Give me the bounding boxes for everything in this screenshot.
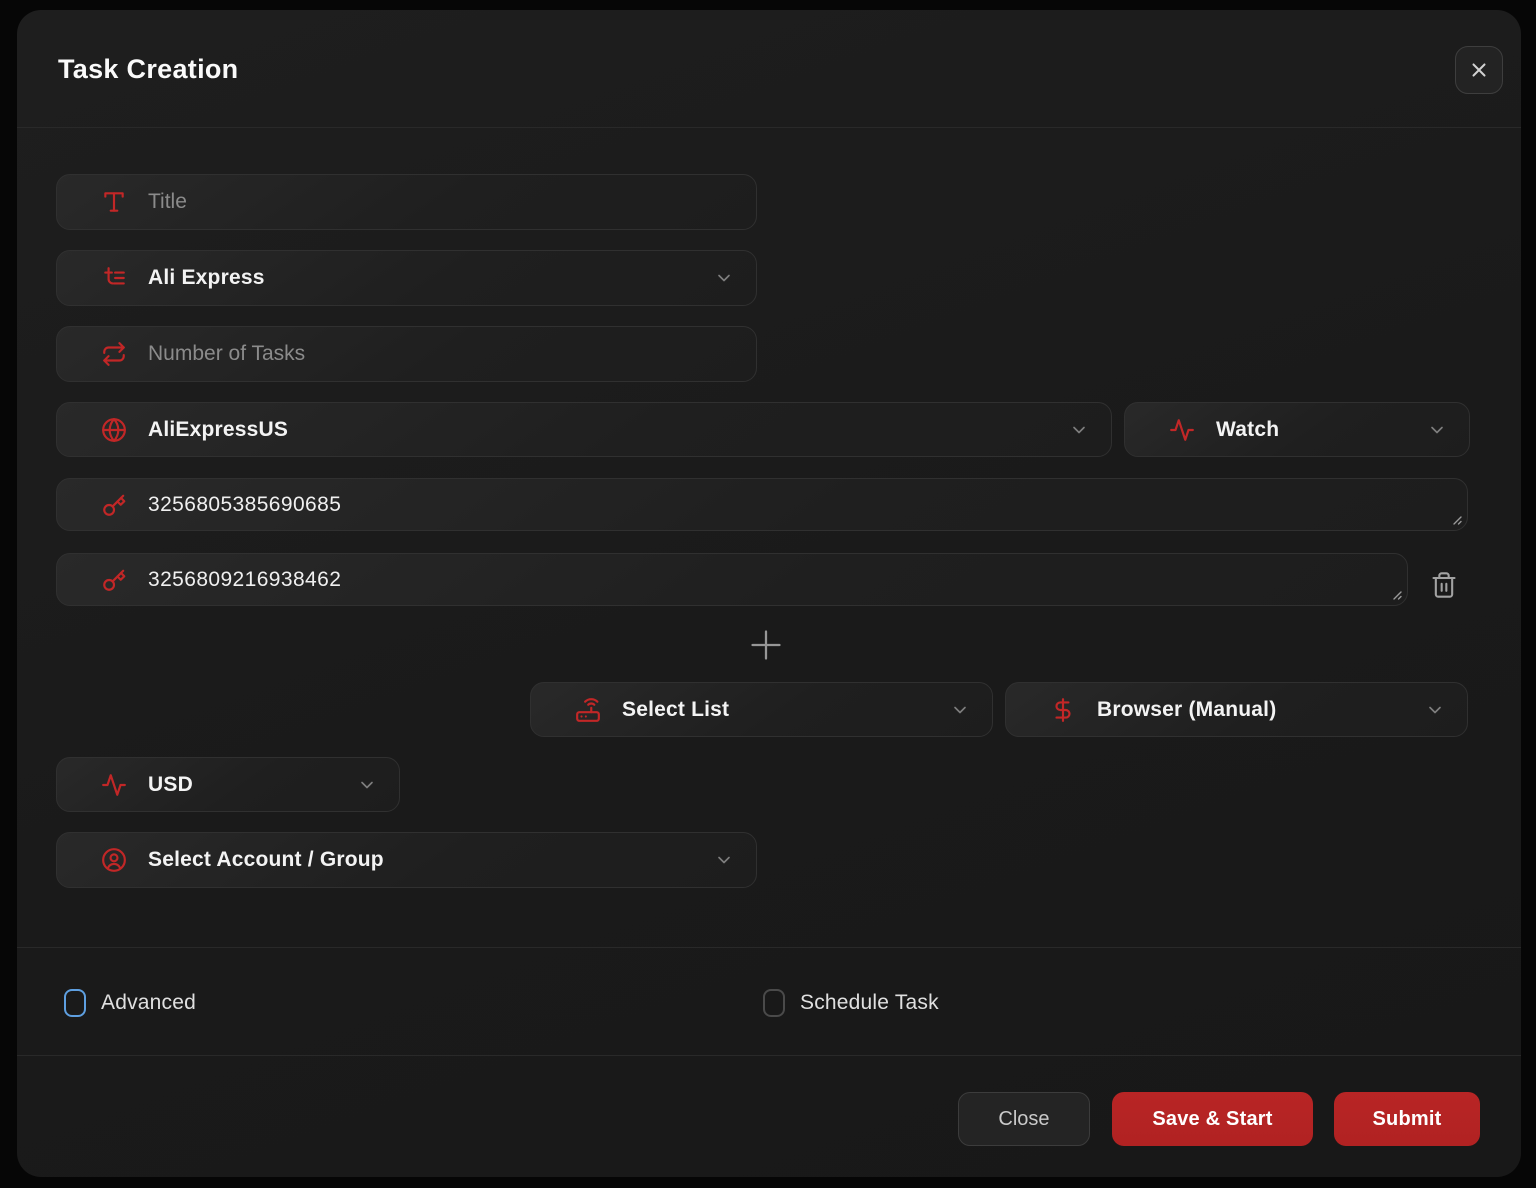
proxy-list-value: Select List <box>622 698 729 722</box>
save-and-start-button[interactable]: Save & Start <box>1112 1092 1313 1146</box>
number-of-tasks-input[interactable] <box>148 342 734 366</box>
globe-icon <box>101 417 127 443</box>
header-divider <box>17 127 1521 128</box>
browser-value: Browser (Manual) <box>1097 698 1276 722</box>
footer-divider <box>17 1055 1521 1056</box>
currency-value: USD <box>148 773 193 797</box>
title-input[interactable] <box>148 190 734 214</box>
schedule-task-checkbox[interactable] <box>763 989 785 1017</box>
type-icon <box>101 189 127 215</box>
product-id-input-1[interactable]: 3256805385690685 <box>148 479 1445 530</box>
activity-icon <box>101 772 127 798</box>
close-button[interactable]: Close <box>958 1092 1090 1146</box>
platform-value: Ali Express <box>148 266 265 290</box>
browser-select[interactable]: Browser (Manual) <box>1005 682 1468 737</box>
chevron-down-icon <box>714 850 734 870</box>
chevron-down-icon <box>1425 700 1445 720</box>
account-group-select[interactable]: Select Account / Group <box>56 832 757 888</box>
account-group-value: Select Account / Group <box>148 848 384 872</box>
options-divider-top <box>17 947 1521 948</box>
key-icon <box>101 567 127 593</box>
key-icon <box>101 492 127 518</box>
schedule-option: Schedule Task <box>763 989 939 1017</box>
chevron-down-icon <box>357 775 377 795</box>
mode-select[interactable]: Watch <box>1124 402 1470 457</box>
product-id-field-2[interactable]: 3256809216938462 <box>56 553 1408 606</box>
title-field[interactable] <box>56 174 757 230</box>
currency-select[interactable]: USD <box>56 757 400 812</box>
delete-row-button[interactable] <box>1427 567 1461 603</box>
plus-icon <box>748 627 784 663</box>
store-select[interactable]: AliExpressUS <box>56 402 1112 457</box>
chevron-down-icon <box>950 700 970 720</box>
schedule-task-label: Schedule Task <box>800 991 939 1015</box>
chevron-down-icon <box>1069 420 1089 440</box>
chevron-down-icon <box>714 268 734 288</box>
close-icon <box>1468 59 1490 81</box>
advanced-option: Advanced <box>64 989 196 1017</box>
proxy-list-select[interactable]: Select List <box>530 682 993 737</box>
dialog-close-button[interactable] <box>1455 46 1503 94</box>
trash-icon <box>1430 570 1458 600</box>
activity-icon <box>1169 417 1195 443</box>
chevron-down-icon <box>1427 420 1447 440</box>
advanced-label: Advanced <box>101 991 196 1015</box>
user-circle-icon <box>101 847 127 873</box>
router-icon <box>575 697 601 723</box>
store-value: AliExpressUS <box>148 418 288 442</box>
list-tree-icon <box>101 265 127 291</box>
resize-handle-icon[interactable] <box>1449 512 1463 526</box>
platform-select[interactable]: Ali Express <box>56 250 757 306</box>
add-row-button[interactable] <box>747 626 785 664</box>
submit-button[interactable]: Submit <box>1334 1092 1480 1146</box>
mode-value: Watch <box>1216 418 1279 442</box>
product-id-input-2[interactable]: 3256809216938462 <box>148 554 1385 605</box>
dollar-icon <box>1050 697 1076 723</box>
dialog-title: Task Creation <box>58 54 238 85</box>
advanced-checkbox[interactable] <box>64 989 86 1017</box>
resize-handle-icon[interactable] <box>1389 587 1403 601</box>
number-of-tasks-field[interactable] <box>56 326 757 382</box>
repeat-icon <box>101 341 127 367</box>
task-creation-dialog: Task Creation Ali Express AliExpre <box>17 10 1521 1177</box>
product-id-field-1[interactable]: 3256805385690685 <box>56 478 1468 531</box>
